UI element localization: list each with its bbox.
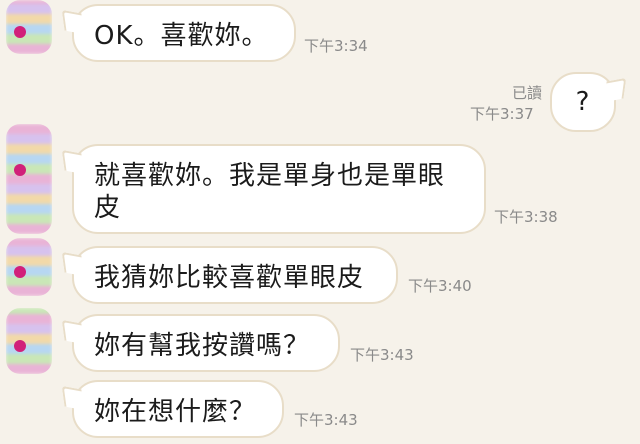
message-timestamp: 下午3:43: [350, 346, 414, 364]
message-timestamp: 下午3:40: [408, 277, 472, 295]
sender-avatar[interactable]: [6, 308, 52, 374]
sender-avatar[interactable]: [6, 238, 52, 296]
message-bubble[interactable]: 妳有幫我按讚嗎？: [72, 314, 340, 372]
read-receipt: 已讀: [511, 84, 542, 102]
message-bubble[interactable]: OK。喜歡妳。: [72, 4, 296, 62]
message-bubble[interactable]: 妳在想什麼？: [72, 380, 284, 438]
message-bubble[interactable]: ?: [550, 72, 616, 132]
sender-avatar[interactable]: [6, 0, 52, 54]
message-timestamp: 下午3:38: [494, 208, 558, 226]
message-timestamp: 下午3:37: [470, 105, 534, 123]
message-timestamp: 下午3:43: [294, 411, 358, 429]
message-timestamp: 下午3:34: [304, 37, 368, 55]
sender-avatar[interactable]: [6, 124, 52, 234]
message-bubble[interactable]: 我猜妳比較喜歡單眼皮: [72, 246, 398, 304]
chat-window: OK。喜歡妳。 下午3:34 已讀 下午3:37 ? 就喜歡妳。我是單身也是單眼…: [0, 0, 640, 444]
message-bubble[interactable]: 就喜歡妳。我是單身也是單眼 皮: [72, 144, 486, 234]
